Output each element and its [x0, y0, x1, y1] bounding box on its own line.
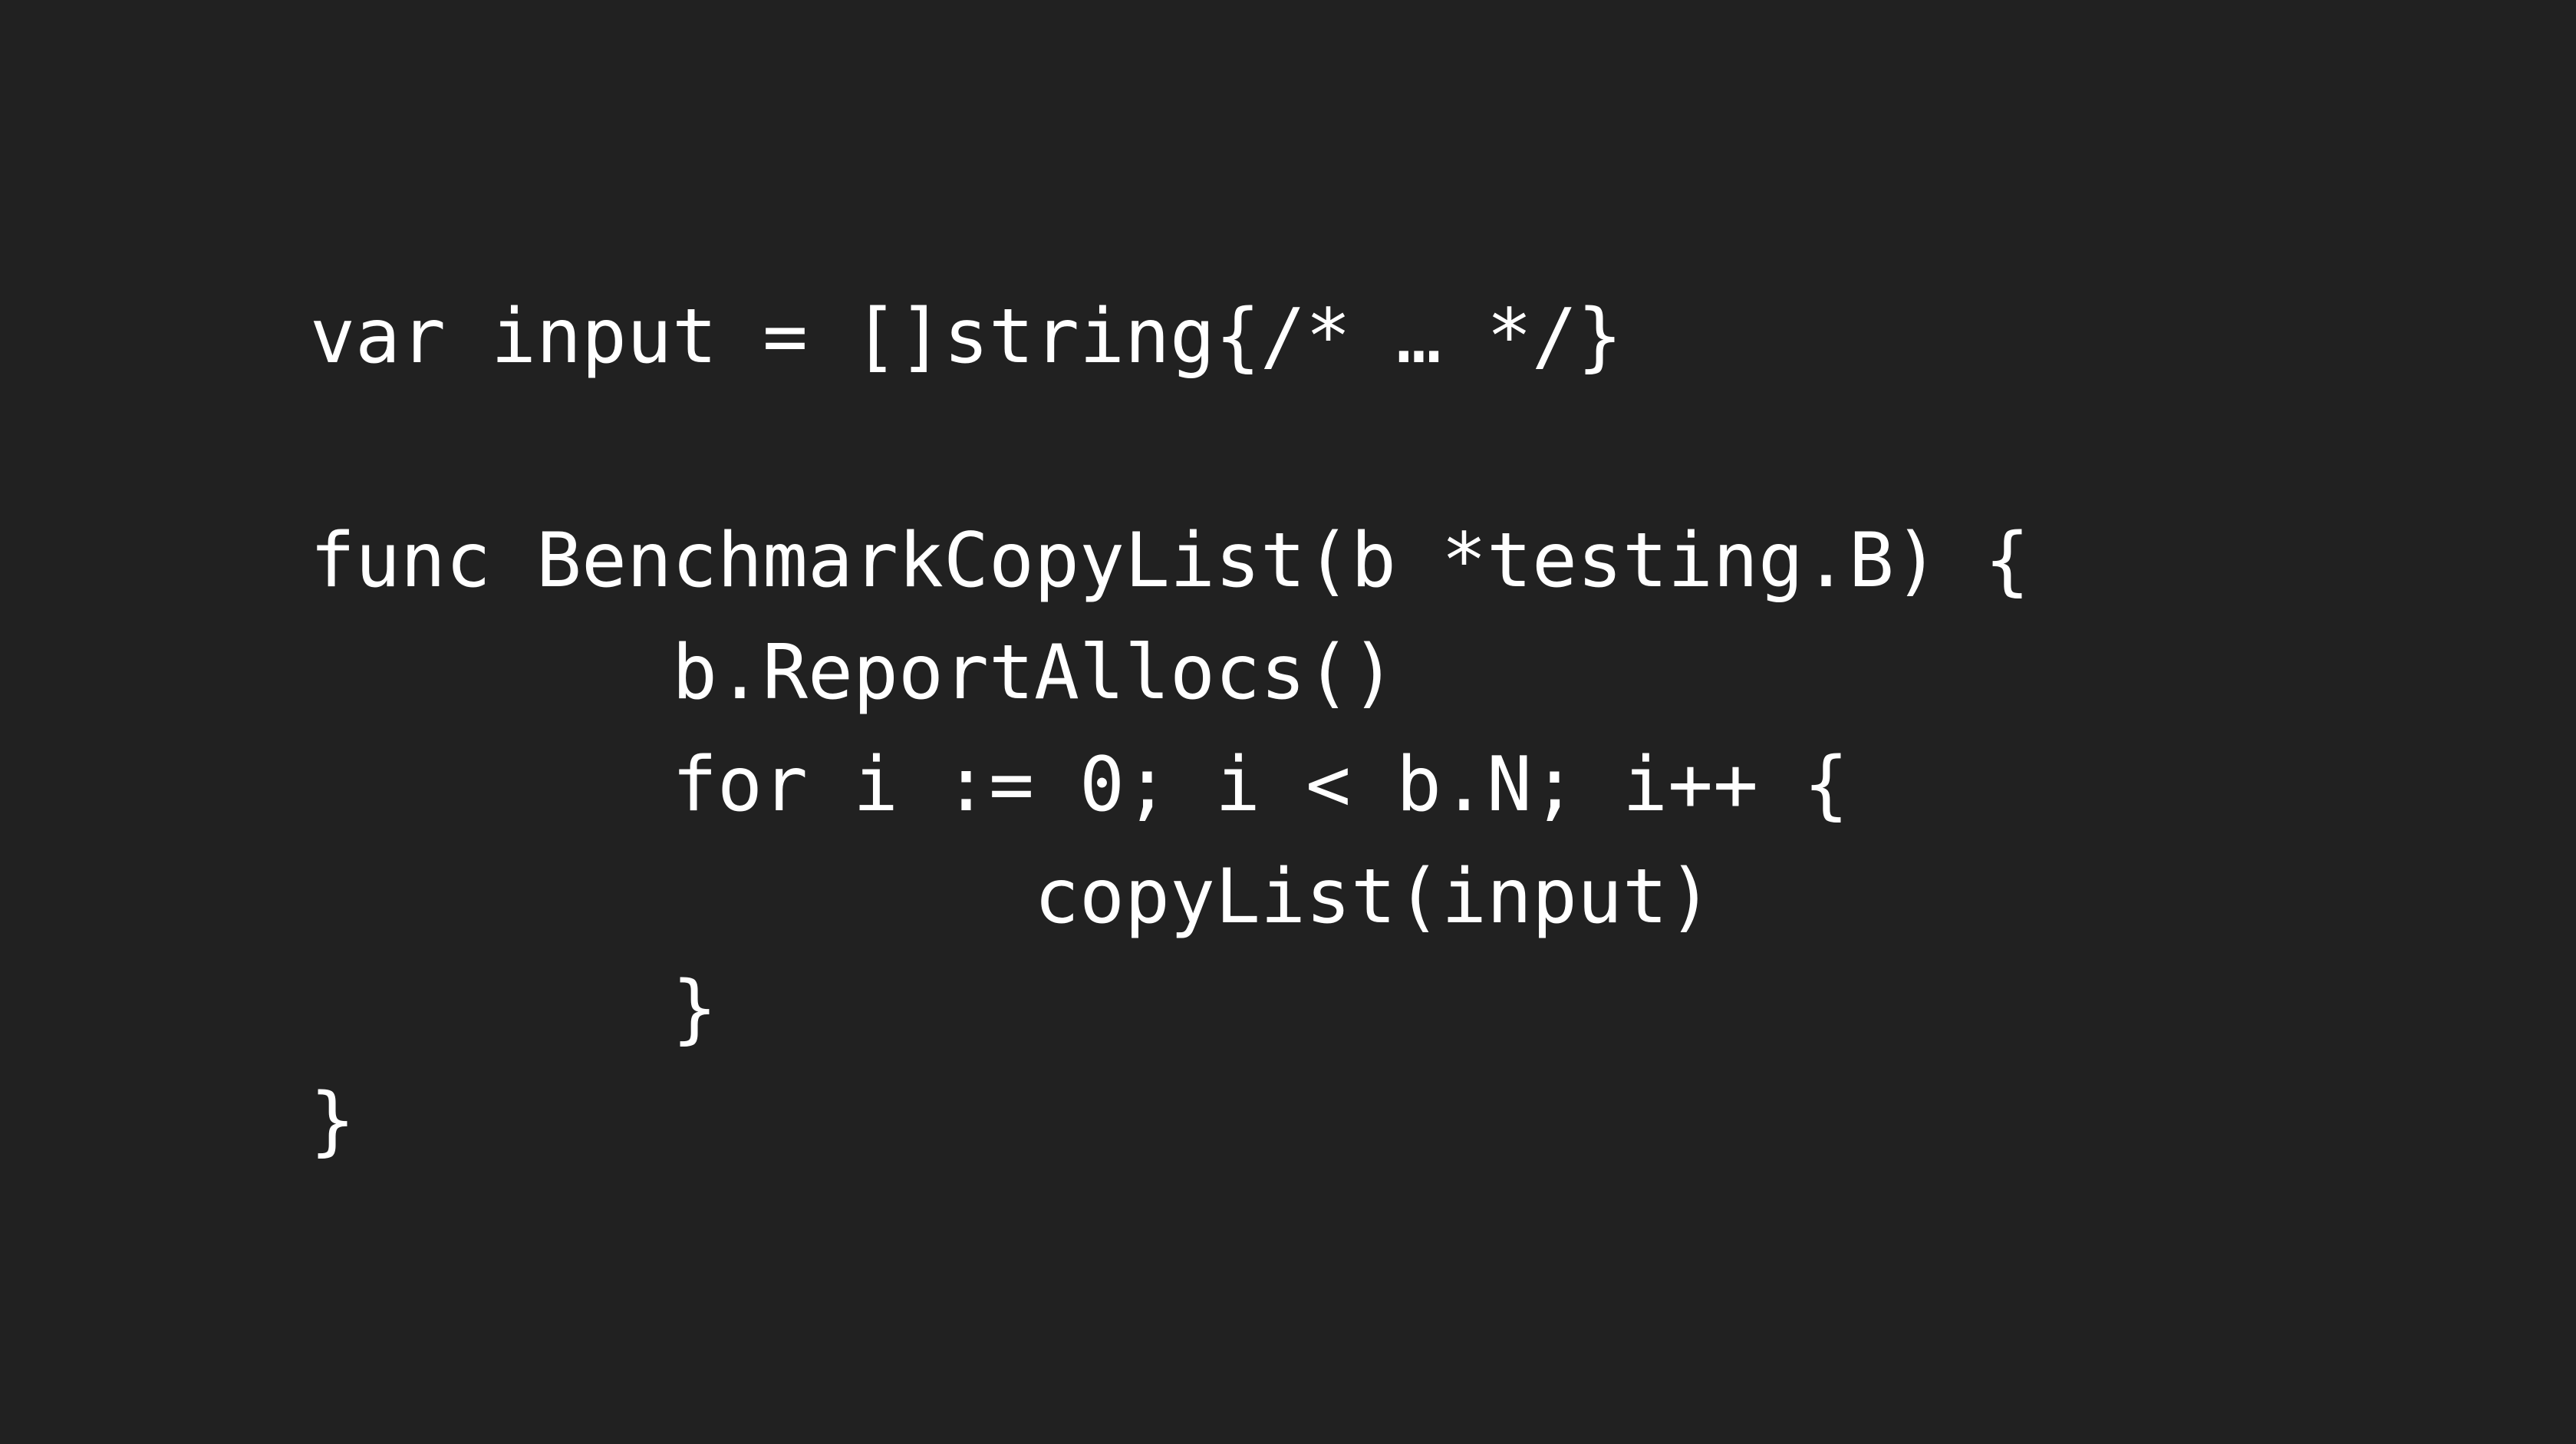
code-line-6: copyList(input) [310, 853, 1714, 941]
code-line-4: b.ReportAllocs() [310, 629, 1397, 717]
code-line-1: var input = []string{/* … */} [310, 293, 1623, 381]
code-line-5: for i := 0; i < b.N; i++ { [310, 741, 1850, 829]
code-line-8: } [310, 1077, 356, 1165]
code-line-7: } [310, 965, 718, 1053]
code-line-3: func BenchmarkCopyList(b *testing.B) { [310, 517, 2031, 605]
code-slide: var input = []string{/* … */} func Benchm… [0, 0, 2576, 1444]
code-block: var input = []string{/* … */} func Benchm… [310, 281, 2030, 1177]
